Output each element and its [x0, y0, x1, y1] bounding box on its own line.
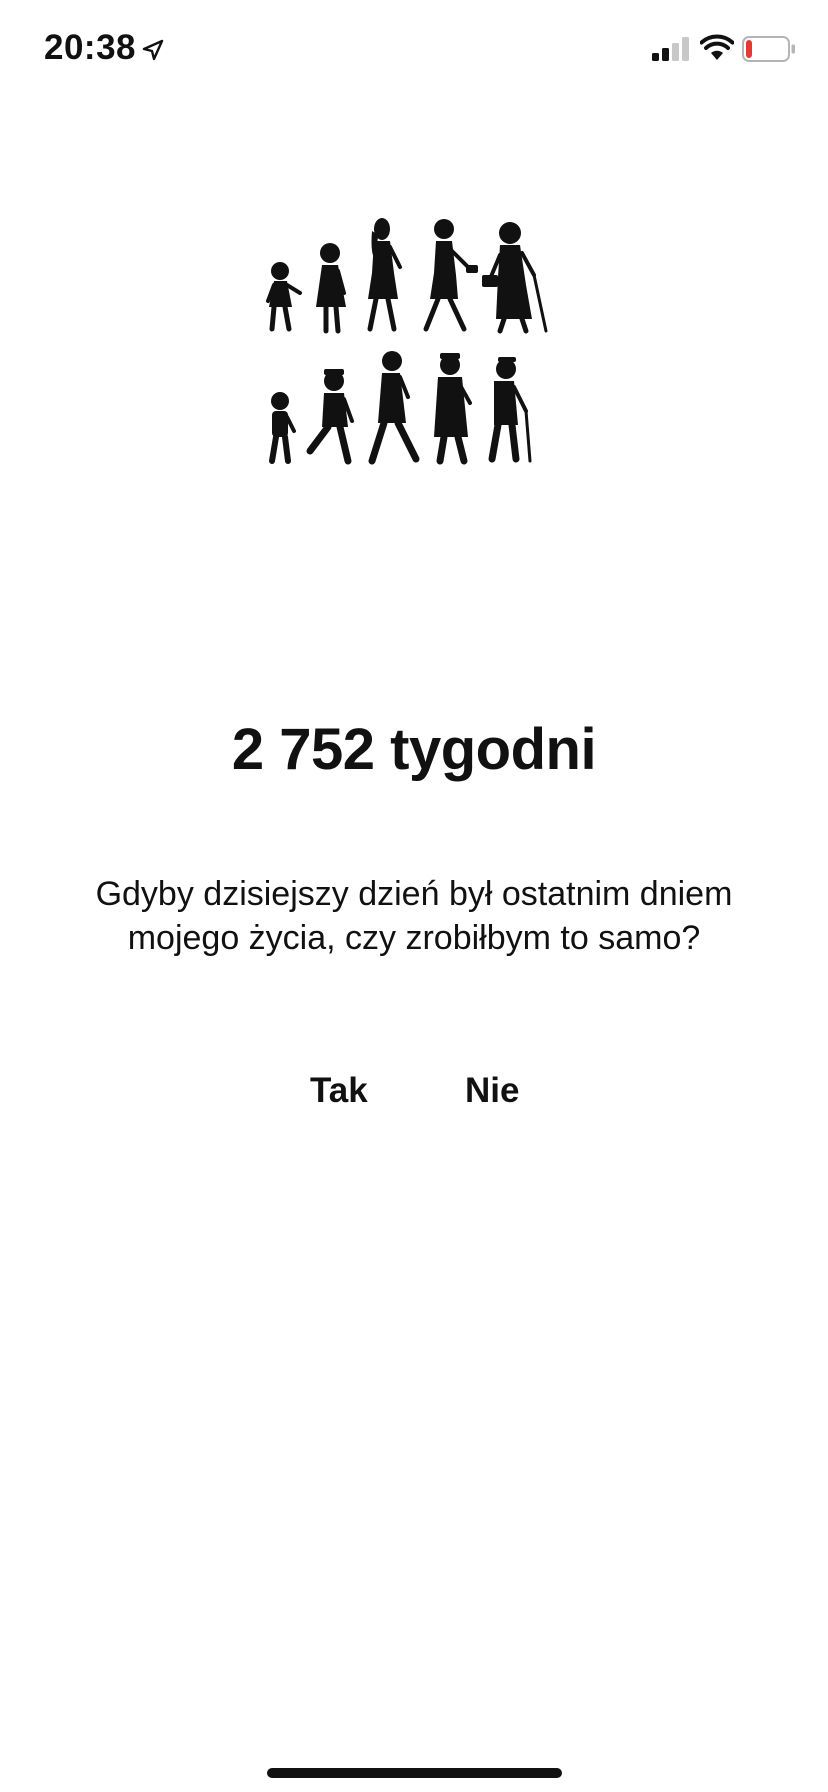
- home-indicator[interactable]: [267, 1768, 562, 1778]
- yes-button[interactable]: Tak: [300, 1066, 378, 1116]
- reflection-question: Gdyby dzisiejszy dzień był ostatnim dnie…: [40, 872, 788, 960]
- no-button[interactable]: Nie: [455, 1066, 529, 1116]
- life-stages-silhouettes-icon: [266, 218, 548, 465]
- male-silhouettes: [269, 351, 532, 465]
- question-line-1: Gdyby dzisiejszy dzień był ostatnim dnie…: [95, 875, 733, 913]
- cellular-signal-icon: [652, 37, 689, 61]
- weeks-count: 2 752 tygodni: [231, 717, 597, 782]
- question-line-2: mojego życia, czy zrobiłbym to samo?: [127, 919, 701, 957]
- status-time: 20:38: [44, 28, 137, 67]
- wifi-icon: [700, 34, 734, 60]
- answer-buttons: Tak Nie: [0, 1066, 828, 1116]
- female-silhouettes: [266, 218, 548, 334]
- location-arrow-icon: [142, 39, 164, 61]
- battery-icon: [742, 36, 795, 62]
- status-bar: 20:38: [0, 0, 828, 100]
